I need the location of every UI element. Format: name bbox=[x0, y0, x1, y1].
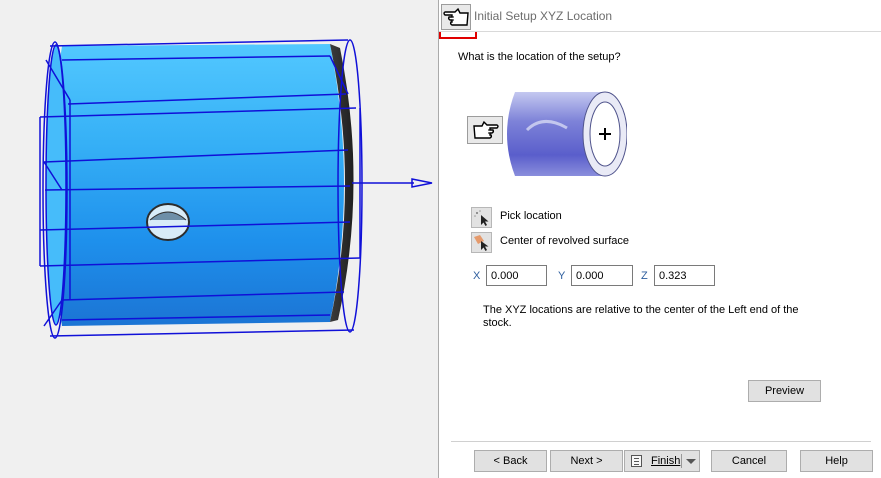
z-label: Z bbox=[641, 270, 648, 282]
dialog-title-bar: Pick Initial Setup XYZ Location bbox=[439, 0, 881, 32]
help-button[interactable]: Help bbox=[800, 450, 873, 472]
3d-viewport[interactable] bbox=[0, 0, 438, 478]
x-coordinate-input[interactable] bbox=[486, 265, 547, 286]
center-revolved-label: Center of revolved surface bbox=[500, 235, 630, 247]
revolved-surface-icon bbox=[471, 232, 492, 253]
back-button[interactable]: < Back bbox=[474, 450, 547, 472]
footer-divider bbox=[451, 441, 871, 442]
setup-question: What is the location of the setup? bbox=[458, 51, 621, 63]
pick-setup-dialog: Pick Initial Setup XYZ Location What is … bbox=[438, 0, 881, 478]
cancel-button[interactable]: Cancel bbox=[711, 450, 787, 472]
y-coordinate-input[interactable] bbox=[571, 265, 633, 286]
finish-button[interactable]: Finish bbox=[624, 450, 700, 472]
x-label: X bbox=[473, 270, 481, 282]
relative-location-note: The XYZ locations are relative to the ce… bbox=[483, 304, 799, 329]
finish-label: Finish bbox=[651, 455, 681, 467]
cursor-pick-icon bbox=[471, 207, 492, 228]
chevron-down-icon[interactable] bbox=[686, 459, 696, 464]
preview-button[interactable]: Preview bbox=[748, 380, 821, 402]
pick-location-label: Pick location bbox=[500, 210, 562, 222]
stock-model bbox=[39, 39, 433, 339]
stock-cylinder-illustration bbox=[507, 91, 627, 177]
dialog-title: Pick Initial Setup XYZ Location bbox=[448, 9, 613, 23]
y-label: Y bbox=[558, 270, 566, 282]
next-button[interactable]: Next > bbox=[550, 450, 623, 472]
finish-list-icon bbox=[631, 455, 642, 467]
hand-pointing-left-icon bbox=[443, 7, 469, 26]
hand-pointing-right-icon bbox=[473, 120, 499, 139]
z-coordinate-input[interactable] bbox=[654, 265, 715, 286]
